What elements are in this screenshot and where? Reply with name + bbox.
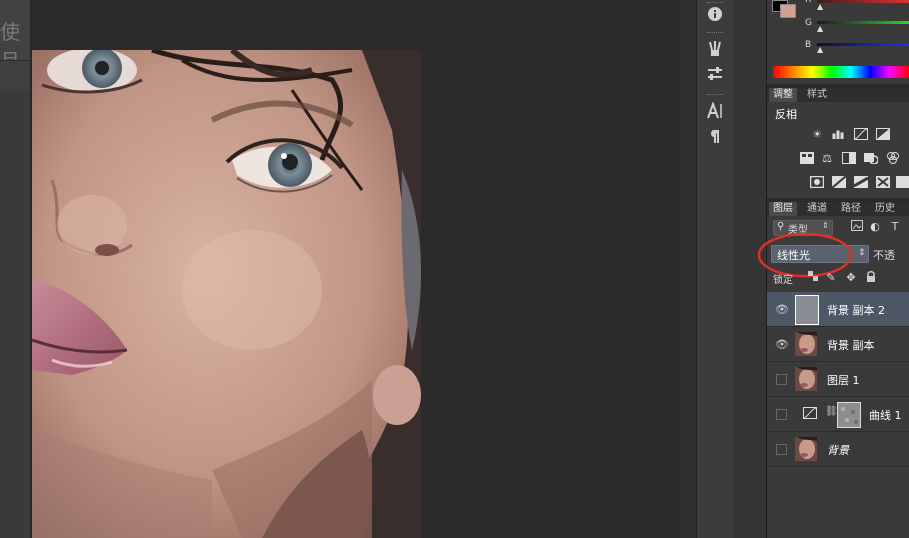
visibility-toggle[interactable] <box>776 409 787 420</box>
layer-thumbnail <box>795 332 817 356</box>
curves-adjustment-icon <box>803 407 817 422</box>
layer-row[interactable]: 图层 1 <box>767 362 909 397</box>
character-icon[interactable] <box>697 101 733 124</box>
gradient-map-icon[interactable] <box>895 176 909 190</box>
green-slider-thumb[interactable]: ▲ <box>817 24 823 33</box>
layer-name[interactable]: 曲线 1 <box>869 407 902 423</box>
layer-name[interactable]: 背景 副本 2 <box>827 302 885 318</box>
color-balance-icon[interactable]: ⚖ <box>819 152 835 166</box>
layer-row[interactable]: 背景 <box>767 432 909 467</box>
color-spectrum-ramp[interactable] <box>773 66 909 78</box>
blue-channel-slider[interactable] <box>817 43 909 46</box>
chevron-updown-icon: ⇕ <box>822 221 829 230</box>
blue-slider-thumb[interactable]: ▲ <box>817 45 823 54</box>
layer-row[interactable]: ⛓ 曲线 1 <box>767 397 909 432</box>
sliders-icon[interactable] <box>697 66 733 86</box>
exposure-icon[interactable] <box>875 128 891 142</box>
visibility-toggle[interactable] <box>776 374 787 385</box>
tab-paths[interactable]: 路径 <box>837 202 865 216</box>
layer-thumbnail <box>795 437 817 461</box>
portrait-photo[interactable] <box>32 50 421 538</box>
link-chain-icon[interactable]: ⛓ <box>825 406 838 417</box>
eye-icon[interactable]: 👁 <box>775 338 789 351</box>
visibility-toggle[interactable] <box>776 444 787 455</box>
background-color-swatch[interactable] <box>780 4 796 18</box>
color-panel: R ▲ G ▲ B ▲ <box>767 0 909 84</box>
brightness-icon[interactable]: ☀ <box>809 128 825 142</box>
vibrance-icon[interactable] <box>799 152 815 166</box>
posterize-icon[interactable] <box>831 175 847 190</box>
tab-layers[interactable]: 图层 <box>769 202 797 216</box>
chevron-updown-icon: ⇕ <box>858 248 866 258</box>
green-channel-label: G <box>805 18 812 28</box>
tab-history[interactable]: 历史 <box>871 202 899 216</box>
tab-channels[interactable]: 通道 <box>803 202 831 216</box>
layer-thumbnail <box>795 367 817 391</box>
tab-styles[interactable]: 样式 <box>803 88 831 102</box>
layer-row[interactable]: 👁 背景 副本 <box>767 327 909 362</box>
levels-icon[interactable] <box>831 128 847 142</box>
document-tab-lower <box>0 60 30 91</box>
layer-name[interactable]: 图层 1 <box>827 372 860 388</box>
curves-icon[interactable] <box>853 128 869 142</box>
tab-adjustments[interactable]: 调整 <box>769 88 797 102</box>
photo-filter-icon[interactable] <box>863 152 879 166</box>
adjustment-current-label: 反相 <box>775 108 797 121</box>
strip-grip[interactable] <box>707 32 723 35</box>
lock-label: 锁定 <box>773 275 793 286</box>
green-channel-slider[interactable] <box>817 21 909 24</box>
lock-move-icon[interactable]: ✥ <box>843 271 859 285</box>
black-white-icon[interactable] <box>841 152 857 166</box>
layer-name[interactable]: 背景 <box>827 442 849 458</box>
red-channel-slider[interactable] <box>817 0 909 3</box>
adjustments-panel: 调整 样式 反相 ☀ ⚖ <box>767 88 909 198</box>
layer-row[interactable]: 👁 背景 副本 2 <box>767 292 909 327</box>
info-icon[interactable] <box>697 6 733 26</box>
document-tab[interactable]: 使月 <box>0 0 30 73</box>
layer-mask-thumbnail[interactable] <box>837 402 861 428</box>
opacity-label: 不透 <box>873 249 895 262</box>
invert-icon[interactable] <box>809 175 825 190</box>
lock-all-icon[interactable] <box>863 271 879 285</box>
eye-icon[interactable]: 👁 <box>775 303 789 316</box>
filter-adjustment-icon[interactable]: ◐ <box>867 220 883 234</box>
layer-name[interactable]: 背景 副本 <box>827 337 875 353</box>
portrait-image <box>32 50 421 538</box>
red-slider-thumb[interactable]: ▲ <box>817 2 823 11</box>
paragraph-icon[interactable] <box>697 128 733 148</box>
blue-channel-label: B <box>805 40 812 50</box>
channel-mixer-icon[interactable] <box>885 152 901 166</box>
lock-brush-icon[interactable]: ✎ <box>823 271 839 285</box>
layers-empty-area <box>767 467 909 538</box>
selective-color-icon[interactable] <box>875 176 891 190</box>
panel-icon-strip <box>696 0 734 538</box>
strip-grip[interactable] <box>707 94 723 97</box>
strip-grip[interactable] <box>707 2 723 5</box>
threshold-icon[interactable] <box>853 176 869 190</box>
lock-transparent-icon[interactable] <box>805 271 821 285</box>
canvas-vertical-scrollbar[interactable] <box>680 0 696 538</box>
brush-presets-icon[interactable] <box>697 40 733 62</box>
filter-type-icon[interactable]: T <box>887 220 903 234</box>
layer-thumbnail <box>795 295 819 325</box>
red-channel-label: R <box>805 0 812 5</box>
